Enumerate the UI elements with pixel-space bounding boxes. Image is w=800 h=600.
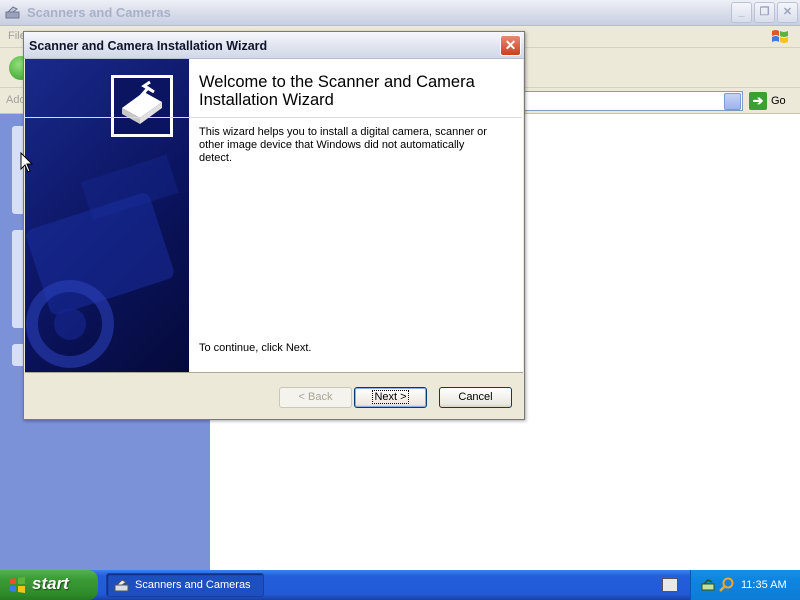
wizard-banner	[25, 59, 189, 372]
taskbar-item-scanners-and-cameras[interactable]: Scanners and Cameras	[106, 573, 264, 597]
continue-instruction: To continue, click Next.	[199, 342, 312, 354]
wizard-description: This wizard helps you to install a digit…	[199, 126, 487, 164]
start-label: start	[32, 574, 69, 593]
installation-wizard-dialog: Scanner and Camera Installation Wizard ✕…	[23, 31, 525, 420]
system-tray: 11:35 AM	[690, 570, 800, 600]
scanner-icon	[5, 6, 20, 19]
divider	[25, 372, 523, 373]
minimize-button[interactable]: _	[731, 2, 752, 23]
back-button[interactable]: < Back	[279, 387, 352, 408]
divider	[25, 117, 522, 118]
wizard-heading: Welcome to the Scanner and Camera Instal…	[199, 73, 475, 109]
keyboard-icon[interactable]	[662, 578, 678, 592]
scanner-icon	[114, 579, 129, 592]
search-icon[interactable]	[719, 577, 735, 593]
go-arrow-icon[interactable]: ➔	[749, 92, 767, 110]
wizard-titlebar[interactable]: Scanner and Camera Installation Wizard ✕	[24, 32, 524, 59]
close-button[interactable]: ✕	[777, 2, 798, 23]
taskbar: start Scanners and Cameras 11:35 AM	[0, 570, 800, 600]
go-button[interactable]: Go	[771, 95, 786, 107]
mouse-cursor-icon	[20, 152, 34, 173]
taskbar-item-label: Scanners and Cameras	[135, 579, 251, 591]
maximize-button[interactable]: ❐	[754, 2, 775, 23]
window-titlebar[interactable]: Scanners and Cameras _ ❐ ✕	[0, 0, 800, 26]
scanner-tray-icon[interactable]	[701, 578, 715, 592]
next-button[interactable]: Next >	[354, 387, 427, 408]
chevron-down-icon[interactable]	[724, 93, 741, 110]
back-button-label: < Back	[298, 391, 333, 403]
next-button-label: Next >	[372, 390, 409, 404]
windows-flag-icon	[772, 30, 788, 43]
clock: 11:35 AM	[741, 579, 787, 591]
windows-flag-icon	[10, 577, 25, 593]
cancel-button-label: Cancel	[458, 391, 493, 403]
scanner-camera-icon	[111, 75, 173, 137]
close-icon[interactable]: ✕	[500, 35, 521, 56]
cancel-button[interactable]: Cancel	[439, 387, 512, 408]
wizard-content: Welcome to the Scanner and Camera Instal…	[189, 59, 523, 372]
window-title: Scanners and Cameras	[27, 5, 171, 20]
start-button[interactable]: start	[0, 570, 98, 600]
wizard-title: Scanner and Camera Installation Wizard	[29, 39, 268, 53]
